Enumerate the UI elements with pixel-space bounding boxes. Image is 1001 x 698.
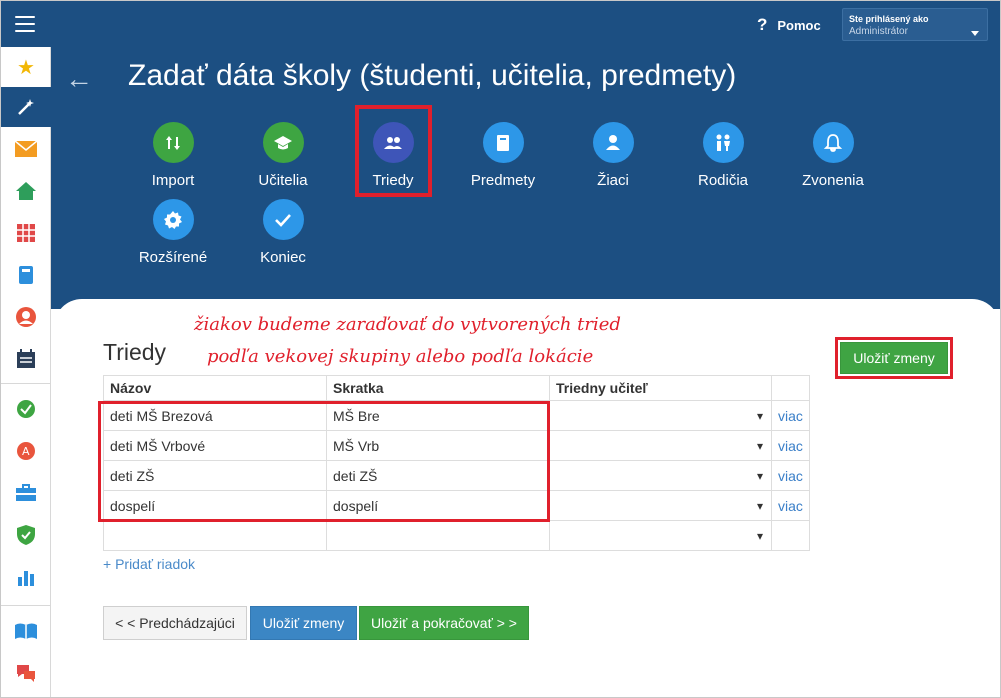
star-icon[interactable]: ★ [1,47,51,87]
menu-icon[interactable] [15,16,35,32]
class-abbr-input[interactable] [326,520,550,551]
user-role: Administrátor [849,26,908,37]
teacher-select[interactable]: ▾ [549,400,772,431]
step-koniec[interactable]: Koniec [233,199,333,266]
annotation-line-2: podľa vekovej skupiny alebo podľa lokáci… [207,346,594,367]
section-title: Triedy [103,339,167,365]
step-import[interactable]: Import [123,122,223,189]
chevron-down-icon: ▾ [756,498,763,513]
step-zvonenia[interactable]: Zvonenia [783,122,883,189]
step-label: Koniec [260,249,306,266]
graduation-cap-icon [262,122,304,163]
more-link[interactable]: viac [778,498,803,514]
save-changes-button[interactable]: Uložiť zmeny [250,606,357,640]
caret-down-icon [971,31,979,36]
user-icon [592,122,634,163]
more-link[interactable]: viac [778,408,803,424]
help-icon: ? [757,15,768,34]
step-ucitelia[interactable]: Učitelia [233,122,333,189]
previous-button[interactable]: < < Predchádzajúci [103,606,247,640]
save-and-continue-button[interactable]: Uložiť a pokračovať > > [359,606,529,640]
column-header-abbr: Skratka [326,375,550,401]
more-link[interactable]: viac [778,438,803,454]
wand-icon[interactable] [1,87,51,127]
step-rozsirene[interactable]: Rozšírené [123,199,223,266]
chevron-down-icon: ▾ [756,468,763,483]
mail-icon[interactable] [1,129,51,169]
chart-icon[interactable] [1,557,51,597]
swap-icon [152,122,194,163]
sidebar-divider [1,383,51,384]
help-link[interactable]: ? Pomoc [757,15,821,35]
step-label: Žiaci [597,172,629,189]
step-ziaci[interactable]: Žiaci [563,122,663,189]
gear-icon [152,199,194,240]
briefcase-icon[interactable] [1,473,51,513]
save-changes-top-button[interactable]: Uložiť zmeny [840,342,948,374]
step-label: Rodičia [697,172,749,189]
person-icon[interactable] [1,297,51,337]
more-link[interactable]: viac [778,468,803,484]
back-arrow-icon[interactable]: ← [65,63,93,95]
teacher-select[interactable]: ▾ [549,460,772,491]
column-header-name: Názov [103,375,327,401]
page-title: Zadať dáta školy (študenti, učitelia, pr… [128,59,737,92]
step-label: Rozšírené [138,249,208,266]
sidebar-divider [1,605,51,606]
active-step-highlight [355,105,432,197]
step-label: Učitelia [258,172,308,189]
step-label: Zvonenia [802,172,864,189]
family-icon [702,122,744,163]
step-label: Predmety [470,172,536,189]
schedule-icon[interactable] [1,339,51,379]
add-row-link[interactable]: + Pridať riadok [103,556,195,572]
chevron-down-icon: ▾ [756,408,763,423]
teacher-select[interactable]: ▾ [549,490,772,521]
column-header-actions [771,375,810,401]
step-label: Import [151,172,195,189]
check-icon [262,199,304,240]
user-dropdown[interactable]: Ste prihlásený ako Administrátor [842,8,988,41]
annotation-line-1: žiakov budeme zaraďovať do vytvorených t… [194,314,621,335]
chat-icon[interactable] [1,653,51,693]
step-predmety[interactable]: Predmety [453,122,553,189]
calendar-grid-icon[interactable] [1,213,51,253]
empty-cell [771,520,810,551]
shield-icon[interactable] [1,515,51,555]
step-rodicia[interactable]: Rodičia [673,122,773,189]
book-icon[interactable] [1,255,51,295]
home-icon[interactable] [1,171,51,211]
book-icon [482,122,524,163]
class-name-input[interactable] [103,520,327,551]
teacher-select[interactable]: ▾ [549,520,772,551]
help-label: Pomoc [777,17,821,33]
bell-icon [812,122,854,163]
app-window: ? Pomoc Ste prihlásený ako Administrátor… [0,0,1001,698]
column-header-teacher: Triedny učiteľ [549,375,772,401]
top-bar: ? Pomoc Ste prihlásený ako Administrátor [1,1,1000,47]
chevron-down-icon: ▾ [756,528,763,543]
svg-text:A: A [22,445,30,458]
table-row-empty: ▾ [103,520,810,551]
grade-icon[interactable]: A [1,431,51,471]
teacher-select[interactable]: ▾ [549,430,772,461]
check-icon[interactable] [1,389,51,429]
rows-highlight [98,401,550,522]
user-label: Ste prihlásený ako [849,14,929,24]
open-book-icon[interactable] [1,611,51,651]
chevron-down-icon: ▾ [756,438,763,453]
table-header-row: Názov Skratka Triedny učiteľ [103,375,810,401]
sidebar: ★ A [1,47,51,697]
